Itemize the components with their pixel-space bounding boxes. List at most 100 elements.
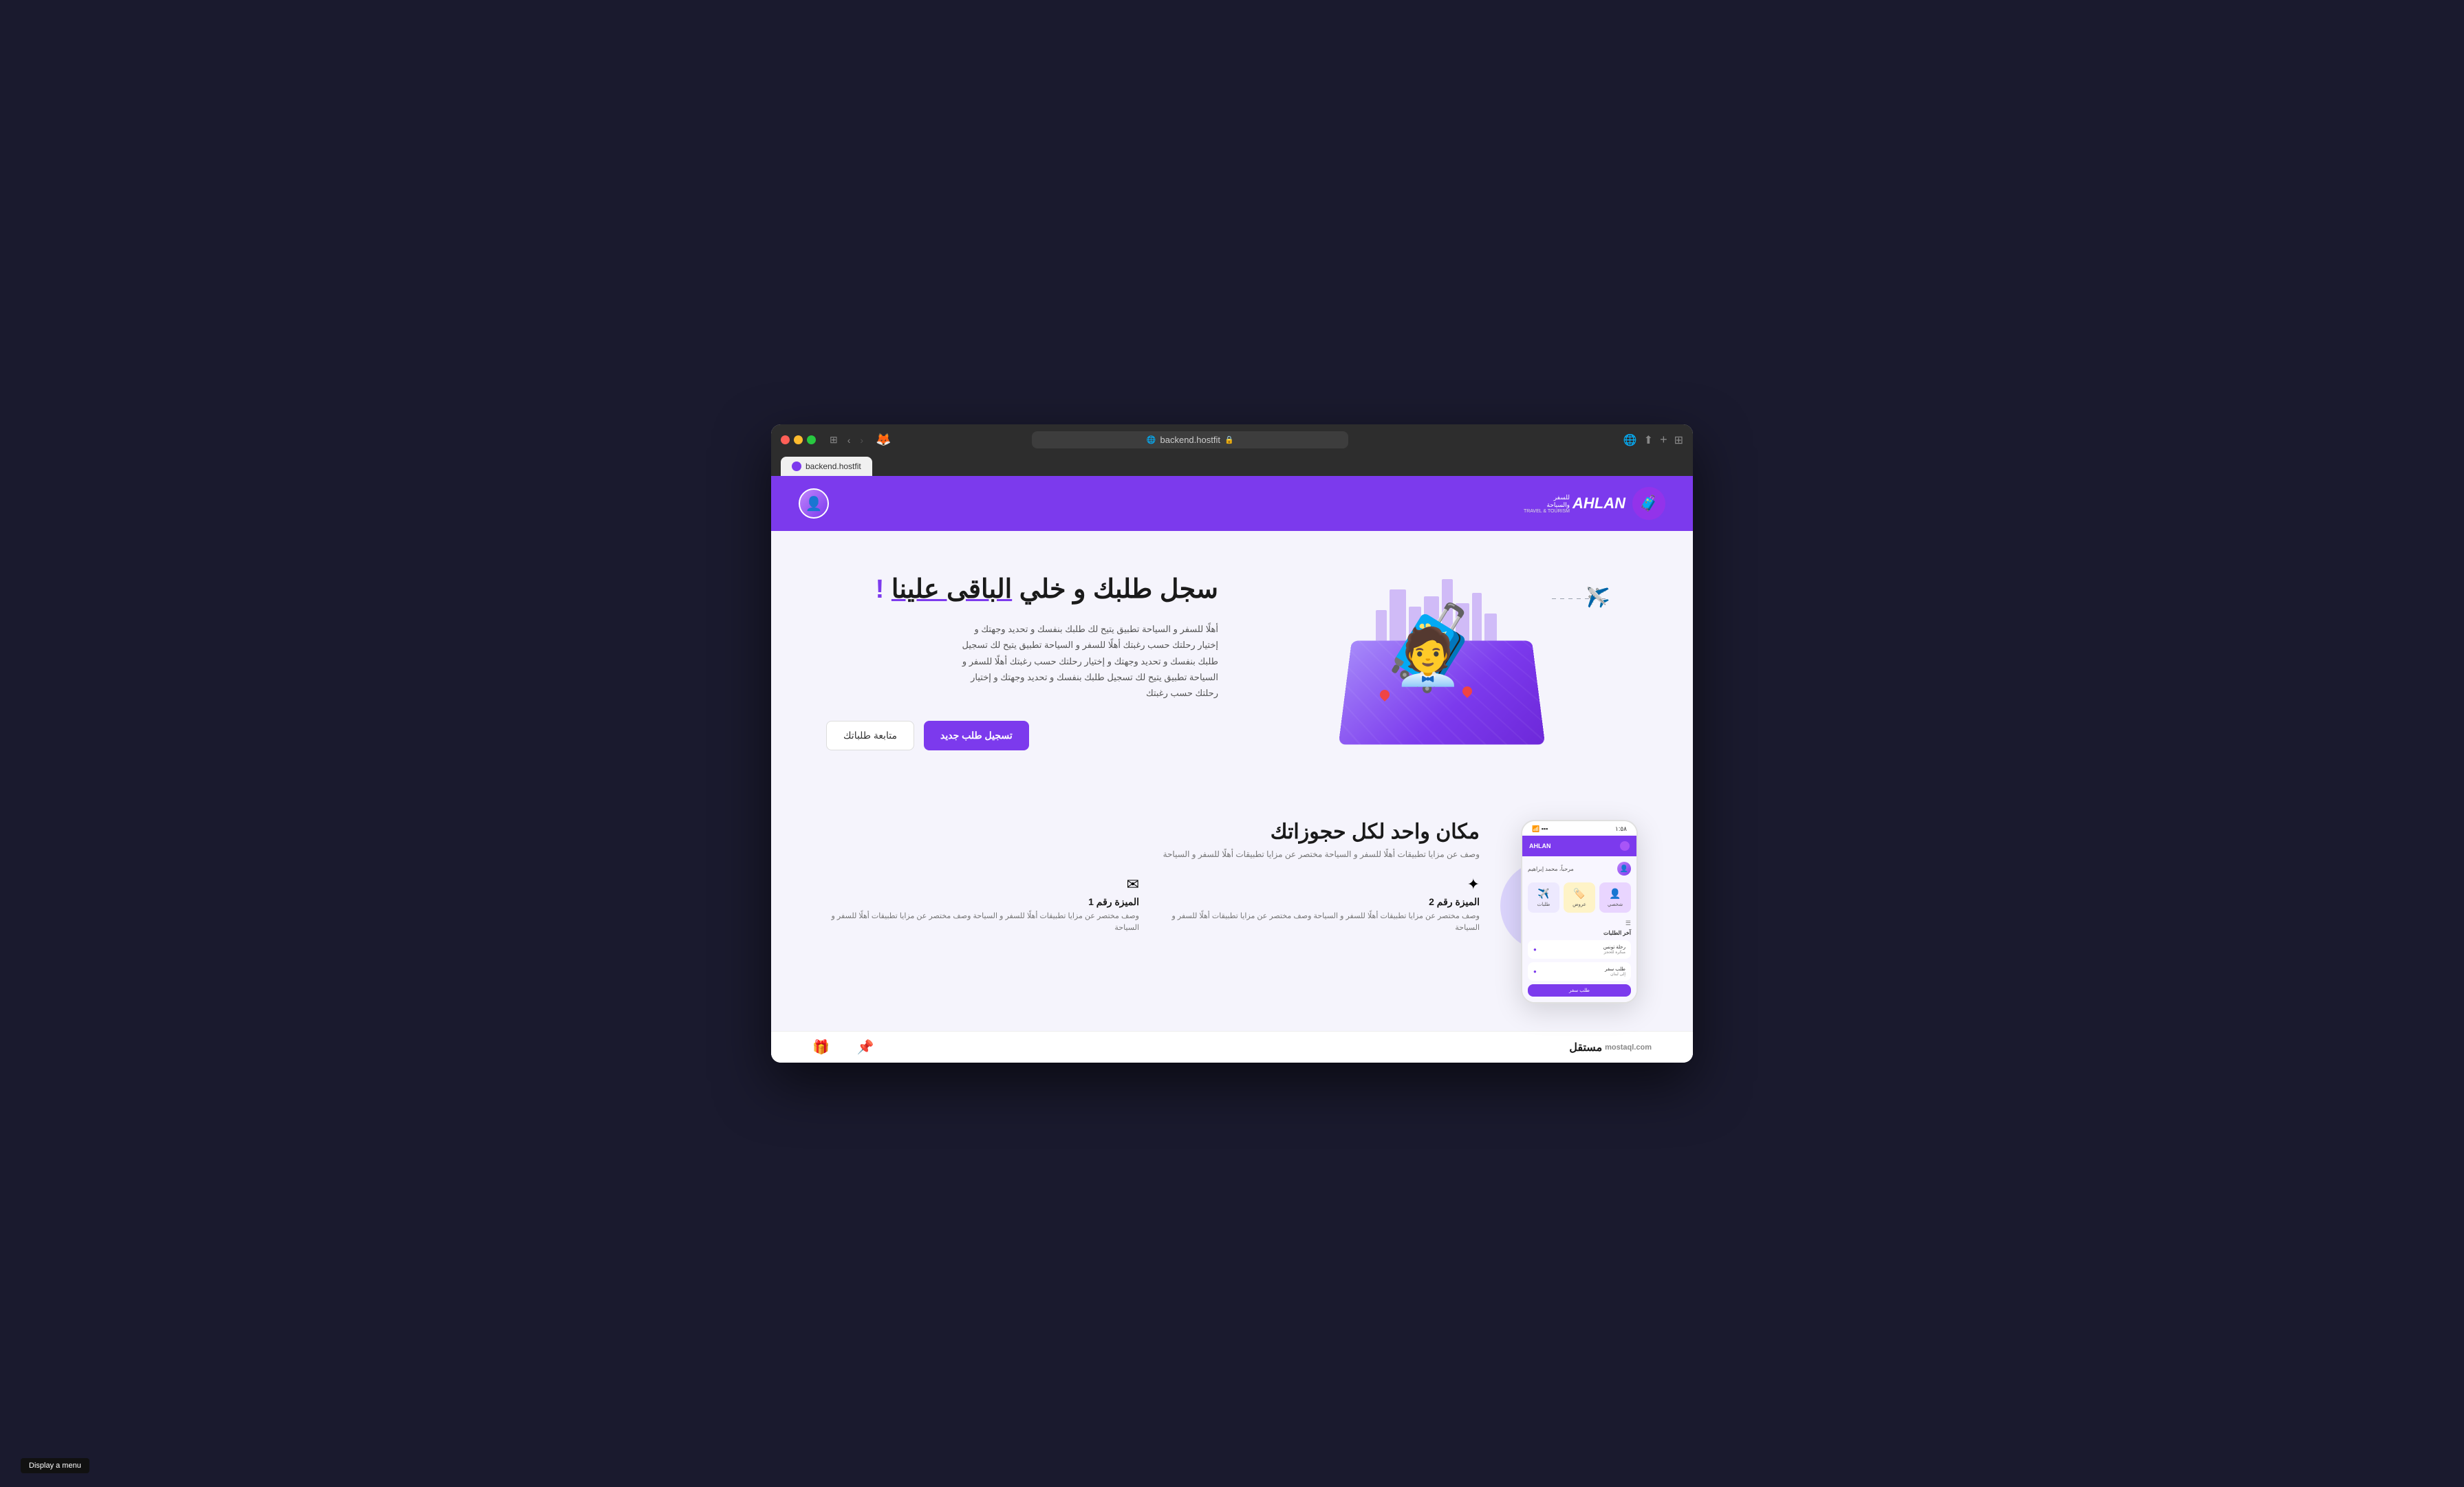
logo-figure-icon: 🧳 bbox=[1632, 487, 1665, 520]
back-icon[interactable]: ‹ bbox=[845, 433, 854, 447]
site-logo: للسفر والسياحة TRAVEL & TOURISM AHLAN 🧳 bbox=[1524, 487, 1665, 520]
trip1-icon: ● bbox=[1533, 946, 1537, 953]
trip1-name: رحلة تونس bbox=[1603, 944, 1625, 950]
hero-buttons: تسجيل طلب جديد متابعة طلباتك bbox=[826, 721, 1218, 750]
logo-subtitle-travel: للسفر bbox=[1554, 494, 1570, 501]
hero-description: أهلًا للسفر و السياحة تطبيق يتيح لك طلبك… bbox=[957, 621, 1218, 702]
phone-time: ١:٥٨ bbox=[1615, 825, 1627, 833]
personal-label: شخصي bbox=[1608, 902, 1623, 907]
traveler-person: 🧑‍💼 bbox=[1394, 625, 1462, 689]
requests-icon: ✈️ bbox=[1537, 888, 1549, 900]
features-title: مكان واحد لكل حجوزاتك bbox=[826, 820, 1480, 844]
user-avatar[interactable]: 👤 bbox=[799, 488, 829, 519]
new-request-button[interactable]: تسجيل طلب جديد bbox=[924, 721, 1029, 750]
features-section: مكان واحد لكل حجوزاتك وصف عن مزايا تطبيق… bbox=[826, 820, 1480, 933]
hero-title: سجل طلبك و خلي الباقى علينا ! bbox=[826, 573, 1218, 607]
tooltip-bar: Display a menu bbox=[21, 1458, 89, 1473]
phone-icon-requests[interactable]: ✈️ طلبات bbox=[1528, 882, 1559, 913]
hero-section: ✈️ bbox=[771, 531, 1693, 792]
traffic-light-red[interactable] bbox=[781, 435, 790, 444]
tab-label: backend.hostfit bbox=[806, 462, 861, 471]
phone-logo: AHLAN bbox=[1529, 843, 1551, 849]
url-text: backend.hostfit bbox=[1160, 435, 1220, 445]
personal-icon: 👤 bbox=[1609, 888, 1621, 900]
features-subtitle: وصف عن مزايا تطبيقات أهلًا للسفر و السيا… bbox=[826, 849, 1480, 859]
hero-title-exclaim: ! bbox=[876, 575, 885, 604]
logo-subtitle-en: TRAVEL & TOURISM bbox=[1524, 509, 1570, 514]
browser-window: ⊞ ‹ › 🦊 🌐 backend.hostfit 🔒 🌐 ⬆ + ⊞ bbox=[771, 424, 1693, 1063]
feature-2-desc: وصف مختصر عن مزايا تطبيقات أهلًا للسفر و… bbox=[1167, 911, 1480, 933]
mostaql-logo: مستقل mostaql.com bbox=[1569, 1041, 1652, 1054]
website-content: 👤 للسفر والسياحة TRAVEL & TOURISM AHLAN bbox=[771, 476, 1693, 1063]
sidebar-toggle-icon[interactable]: ⊞ bbox=[827, 433, 841, 447]
phone-icon-personal[interactable]: 👤 شخصي bbox=[1599, 882, 1631, 913]
feature-item-1: ✉ الميزة رقم 1 وصف مختصر عن مزايا تطبيقا… bbox=[826, 876, 1139, 933]
follow-requests-button[interactable]: متابعة طلباتك bbox=[826, 721, 914, 750]
mostaql-domain: mostaql.com bbox=[1605, 1043, 1652, 1052]
address-bar[interactable]: 🌐 backend.hostfit 🔒 bbox=[1032, 431, 1348, 448]
feature-1-desc: وصف مختصر عن مزايا تطبيقات أهلًا للسفر و… bbox=[826, 911, 1139, 933]
traveler-illustration: 🧳 🧑‍💼 bbox=[1325, 565, 1559, 758]
lock-icon: 🔒 bbox=[1224, 435, 1234, 444]
logo-text: AHLAN bbox=[1573, 495, 1625, 512]
trip2-sub: طلب سفر bbox=[1605, 966, 1625, 972]
phone-greeting-text: مرحباً، محمد إبراهيم bbox=[1528, 866, 1574, 872]
feature-1-name: الميزة رقم 1 bbox=[826, 896, 1139, 908]
phone-header: AHLAN bbox=[1522, 836, 1636, 856]
phone-greeting: 👤 مرحباً، محمد إبراهيم bbox=[1528, 862, 1631, 876]
tooltip-text: Display a menu bbox=[29, 1462, 81, 1470]
bookmark-icon[interactable]: ⊞ bbox=[1674, 433, 1683, 447]
browser-chrome: ⊞ ‹ › 🦊 🌐 backend.hostfit 🔒 🌐 ⬆ + ⊞ bbox=[771, 424, 1693, 476]
tab-favicon bbox=[792, 462, 801, 471]
bottom-nav-right-icons: 🎁 📌 bbox=[812, 1039, 874, 1056]
phone-menu-icon bbox=[1620, 841, 1630, 851]
site-header: 👤 للسفر والسياحة TRAVEL & TOURISM AHLAN bbox=[771, 476, 1693, 531]
phone-body: 👤 مرحباً، محمد إبراهيم 👤 شخصي 🏷️ ع bbox=[1522, 856, 1636, 1002]
phone-user-avatar: 👤 bbox=[1617, 862, 1631, 876]
hero-title-underlined: الباقى علينا bbox=[891, 575, 1012, 604]
logo-subtitle-tourism: والسياحة bbox=[1547, 501, 1570, 509]
phone-trip-card-2[interactable]: طلب سفر إلى لبنان ● bbox=[1528, 962, 1631, 981]
filter-icon: ☰ bbox=[1528, 920, 1631, 927]
phone-frame: ١:٥٨ ▪▪▪ 📶 AHLAN 👤 مرحباً، محمد إبراهيم bbox=[1521, 820, 1638, 1003]
trip2-name: إلى لبنان bbox=[1605, 972, 1625, 977]
features-grid: ✦ الميزة رقم 2 وصف مختصر عن مزايا تطبيقا… bbox=[826, 876, 1480, 933]
new-tab-icon[interactable]: + bbox=[1660, 433, 1667, 447]
trip1-sub: مبكرة للحجز bbox=[1603, 950, 1625, 955]
hero-title-part1: سجل طلبك و خلي bbox=[1019, 575, 1218, 604]
lower-section: ١:٥٨ ▪▪▪ 📶 AHLAN 👤 مرحباً، محمد إبراهيم bbox=[771, 792, 1693, 1031]
phone-section-title: آخر الطلبات bbox=[1528, 930, 1631, 936]
phone-signal: ▪▪▪ 📶 bbox=[1532, 825, 1548, 833]
requests-label: طلبات bbox=[1537, 902, 1550, 907]
bottom-nav-icon-2[interactable]: 📌 bbox=[857, 1039, 874, 1056]
forward-icon: › bbox=[857, 433, 866, 447]
security-icon: 🌐 bbox=[1147, 435, 1156, 444]
browser-right-controls: 🌐 ⬆ + ⊞ bbox=[1623, 433, 1683, 447]
offers-icon: 🏷️ bbox=[1573, 888, 1585, 900]
feature-item-2: ✦ الميزة رقم 2 وصف مختصر عن مزايا تطبيقا… bbox=[1167, 876, 1480, 933]
mostaql-arabic-text: مستقل bbox=[1569, 1041, 1602, 1054]
traffic-light-yellow[interactable] bbox=[794, 435, 803, 444]
browser-tabs: backend.hostfit bbox=[781, 457, 1683, 476]
feature-1-icon: ✉ bbox=[826, 876, 1139, 893]
airplane-icon: ✈️ bbox=[1586, 586, 1610, 609]
globe-icon: 🌐 bbox=[1623, 433, 1637, 447]
feature-2-name: الميزة رقم 2 bbox=[1167, 896, 1480, 908]
phone-trip-card-1[interactable]: رحلة تونس مبكرة للحجز ● bbox=[1528, 940, 1631, 959]
bottom-nav-icon-1[interactable]: 🎁 bbox=[812, 1039, 830, 1056]
hero-text: سجل طلبك و خلي الباقى علينا ! أهلًا للسف… bbox=[826, 573, 1218, 750]
feature-2-icon: ✦ bbox=[1167, 876, 1480, 893]
phone-mockup-area: ١:٥٨ ▪▪▪ 📶 AHLAN 👤 مرحباً، محمد إبراهيم bbox=[1521, 820, 1638, 1003]
hero-image: ✈️ bbox=[1246, 565, 1638, 758]
traffic-light-green[interactable] bbox=[807, 435, 816, 444]
phone-icon-offers[interactable]: 🏷️ عروض bbox=[1564, 882, 1595, 913]
browser-top-bar: ⊞ ‹ › 🦊 🌐 backend.hostfit 🔒 🌐 ⬆ + ⊞ bbox=[781, 431, 1683, 455]
window-controls: ⊞ ‹ › bbox=[827, 433, 866, 447]
phone-icons-row: 👤 شخصي 🏷️ عروض ✈️ طلبات bbox=[1528, 882, 1631, 913]
phone-cta-btn[interactable]: طلب سفر bbox=[1528, 984, 1631, 997]
phone-status-bar: ١:٥٨ ▪▪▪ 📶 bbox=[1522, 821, 1636, 836]
trip2-icon: ● bbox=[1533, 968, 1537, 975]
traffic-lights bbox=[781, 435, 816, 444]
active-tab[interactable]: backend.hostfit bbox=[781, 457, 872, 476]
share-icon[interactable]: ⬆ bbox=[1644, 433, 1653, 447]
